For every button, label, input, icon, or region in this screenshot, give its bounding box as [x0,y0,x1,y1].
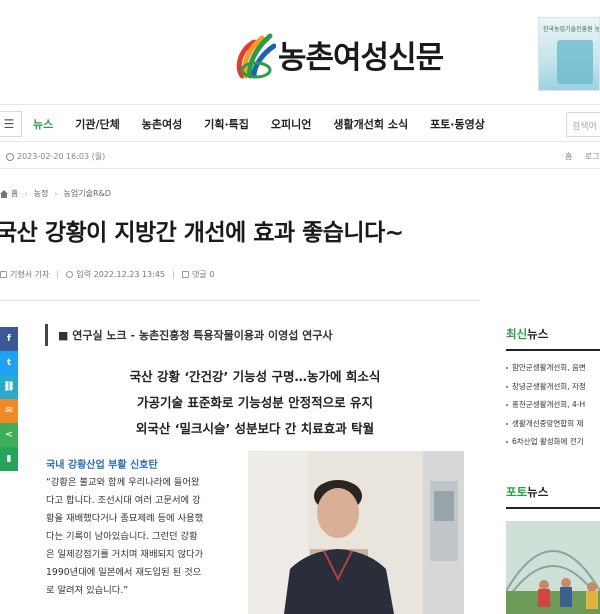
photo-news-sidebar: 포토뉴스 [506,484,600,614]
comments-text: 댓글 0 [192,270,215,279]
comments-count[interactable]: 댓글 0 [182,269,214,280]
clock-icon [66,271,74,278]
researcher-photo-image [248,451,464,614]
body-line: 1990년대에 일본에서 재도입된 된 것으 [46,567,202,578]
article-photo[interactable] [248,451,464,614]
latest-title-rest: 뉴스 [527,327,549,341]
body-line: 로 알려져 있습니다.” [46,585,129,596]
hamburger-icon[interactable]: ☰ [0,111,22,137]
chevron-right-icon: › [24,189,28,198]
latest-news-list: 함안군생활개선회, 음변 창녕군생활개선회, 자정 홍천군생활개선회, 4-H 생활개… [506,359,600,452]
link-icon[interactable]: ⛓ [0,375,18,399]
nav-item[interactable]: 생활개선회 소식 [333,116,408,132]
lead-line: 가공기술 표준화로 기능성분 안정적으로 유지 [137,395,373,410]
nav-item[interactable]: 기획·특집 [204,116,249,132]
ad-graphic [557,40,593,84]
home-icon [0,189,8,198]
breadcrumb-subcategory[interactable]: 농업기술R&D [64,188,111,199]
nav-item[interactable]: 기관/단체 [75,116,120,132]
article-body: “강황은 불교와 함께 우리나라에 들어왔다고 합니다. 조선시대 여러 고문서… [46,474,236,600]
latest-news-item[interactable]: 창녕군생활개선회, 자정 [506,378,600,397]
comment-icon [182,271,190,278]
latest-news-item[interactable]: 생활개선중앙연합회 제 [506,415,600,434]
article-headline: 국산 강황이 지방간 개선에 효과 좋습니다~ [0,220,404,246]
chevron-right-icon: › [54,189,58,198]
meta-divider [173,270,175,279]
divider [0,300,480,301]
latest-news-item[interactable]: 6차산업 활성화에 전기 [506,433,600,452]
reporter: 기형서 기자 [0,269,49,280]
date-bar: 2023-02-20 16:03 (월) 홈 로그 [0,143,600,169]
nav-item[interactable]: 포토·동영상 [430,116,485,132]
section-heading: 국내 강황산업 부활 신호탄 [46,460,158,471]
body-line: 황을 재배했다거나 종묘제례 등에 사용했 [46,513,204,524]
breadcrumb-home[interactable]: 홈 [11,188,18,199]
twitter-icon[interactable]: t [0,351,18,375]
photo-news-thumbnail[interactable] [506,521,600,614]
photo-title-accent: 포토 [506,485,528,499]
nav-item[interactable]: 오피니언 [271,116,311,132]
article-subtitle: ■ 연구실 노크 - 농촌진흥청 특용작물이용과 이영섭 연구사 [45,324,333,346]
top-links: 홈 로그 [565,151,600,162]
nav-item[interactable]: 뉴스 [33,116,53,132]
bookmark-icon[interactable]: ▮ [0,447,18,471]
ad-text: 한국농업기술진흥원 농촌진흥 [543,26,600,33]
latest-news-item[interactable]: 홍천군생활개선회, 4-H [506,396,600,415]
home-link[interactable]: 홈 [565,152,572,161]
logo-text: 농촌여성신문 [278,39,444,76]
logo-mark-icon [236,33,276,79]
search-input[interactable]: 검색어 [566,112,600,137]
facebook-icon[interactable]: f [0,327,18,351]
site-logo[interactable]: 농촌여성신문 [232,28,444,80]
lead-line: 국산 강황 ‘간건강’ 기능성 구명…농가에 희소식 [129,369,381,384]
share-icon[interactable]: < [0,423,18,447]
nav-items: 뉴스 기관/단체 농촌여성 기획·특집 오피니언 생활개선회 소식 포토·동영상 [33,105,507,143]
login-link[interactable]: 로그 [585,152,600,161]
date-text: 2023-02-20 16:03 (월) [17,152,106,161]
share-bar: f t ⛓ ✉ < ▮ [0,327,18,471]
main-nav: ☰ 뉴스 기관/단체 농촌여성 기획·특집 오피니언 생활개선회 소식 포토·동영상 검색어 [0,104,600,142]
ad-banner[interactable]: 한국농업기술진흥원 농촌진흥 [538,17,600,91]
site-header: 농촌여성신문 한국농업기술진흥원 농촌진흥 [0,0,600,100]
clock-icon [6,152,14,161]
body-line: 은 일제강점기를 거치며 재배되지 않다가 [46,549,204,560]
publish-date: 입력 2022.12.23 13:45 [66,269,165,280]
breadcrumb: 홈 › 농정 › 농업기술R&D [0,188,111,199]
meta-divider [57,270,59,279]
breadcrumb-category[interactable]: 농정 [34,188,49,199]
current-date: 2023-02-20 16:03 (월) [6,151,105,162]
greenhouse-photo-image [506,521,600,614]
body-line: 다는 기록이 남아있습니다. 그런던 강황 [46,531,198,542]
latest-news-sidebar: 최신뉴스 함안군생활개선회, 음변 창녕군생활개선회, 자정 홍천군생활개선회, 4… [506,326,600,452]
latest-title-accent: 최신 [506,327,528,341]
body-line: 다고 합니다. 조선시대 여러 고문서에 강 [46,495,201,506]
user-icon [0,271,7,278]
latest-news-title: 최신뉴스 [506,326,600,351]
publish-date-text: 입력 2022.12.23 13:45 [76,270,166,279]
reporter-name: 기형서 기자 [10,270,50,279]
photo-news-title: 포토뉴스 [506,484,600,509]
article-meta: 기형서 기자 입력 2022.12.23 13:45 댓글 0 [0,269,214,280]
photo-title-rest: 뉴스 [527,485,549,499]
nav-item[interactable]: 농촌여성 [142,116,182,132]
lead-summary: 국산 강황 ‘간건강’ 기능성 구명…농가에 희소식 가공기술 표준화로 기능성… [46,364,464,442]
latest-news-item[interactable]: 함안군생활개선회, 음변 [506,359,600,378]
mail-icon[interactable]: ✉ [0,399,18,423]
lead-line: 외국산 ‘밀크시슬’ 성분보다 간 치료효과 탁월 [135,421,375,436]
body-line: “강황은 불교와 함께 우리나라에 들어왔 [46,477,200,488]
